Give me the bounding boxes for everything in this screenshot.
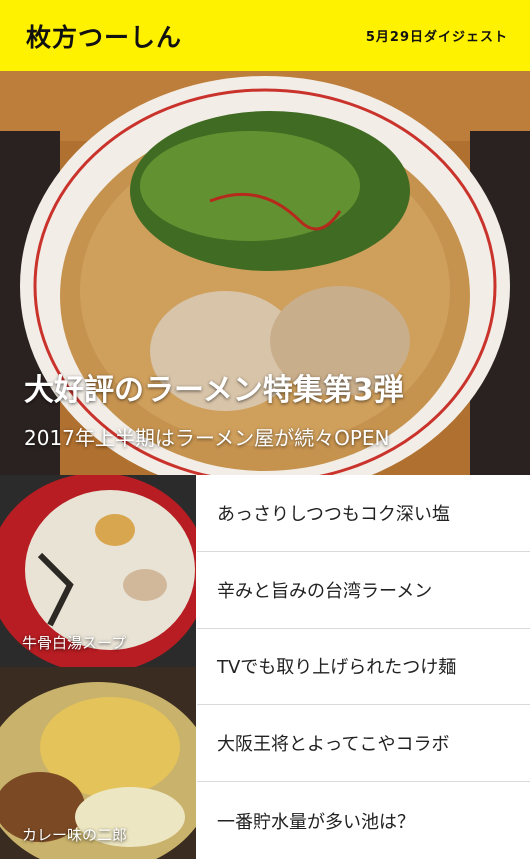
digest-date: 5月29日ダイジェスト — [365, 30, 508, 45]
list-item[interactable]: TVでも取り上げられたつけ麺 — [197, 629, 530, 706]
list-item[interactable]: 大阪王将とよってこやコラボ — [197, 705, 530, 783]
list-item[interactable]: 辛みと旨みの台湾ラーメン — [197, 552, 530, 629]
site-header: 枚方つーしん 5月29日ダイジェスト — [0, 0, 530, 71]
thumbnail-label: カレー味の二郎 — [22, 826, 128, 844]
thumbnail-card[interactable]: 牛骨白湯スープ — [0, 475, 196, 667]
site-logo[interactable]: 枚方つーしん — [26, 18, 182, 54]
article-list: あっさりしつつもコク深い塩 辛みと旨みの台湾ラーメン TVでも取り上げられたつけ… — [197, 475, 530, 859]
list-item[interactable]: あっさりしつつもコク深い塩 — [197, 475, 530, 552]
thumbnail-column: 牛骨白湯スープ カレー味の二郎 — [0, 475, 196, 859]
hero-subtitle: 2017年上半期はラーメン屋が続々OPEN — [24, 426, 390, 450]
hero-caption: 大好評のラーメン特集第3弾 2017年上半期はラーメン屋が続々OPEN — [24, 371, 404, 453]
thumbnail-label: 牛骨白湯スープ — [22, 634, 127, 652]
hero-title[interactable]: 大好評のラーメン特集第3弾 — [24, 371, 404, 411]
hero-article[interactable]: 大好評のラーメン特集第3弾 2017年上半期はラーメン屋が続々OPEN — [0, 71, 530, 475]
thumbnail-card[interactable]: カレー味の二郎 — [0, 667, 196, 859]
list-item[interactable]: 一番貯水量が多い池は？ — [197, 782, 530, 859]
